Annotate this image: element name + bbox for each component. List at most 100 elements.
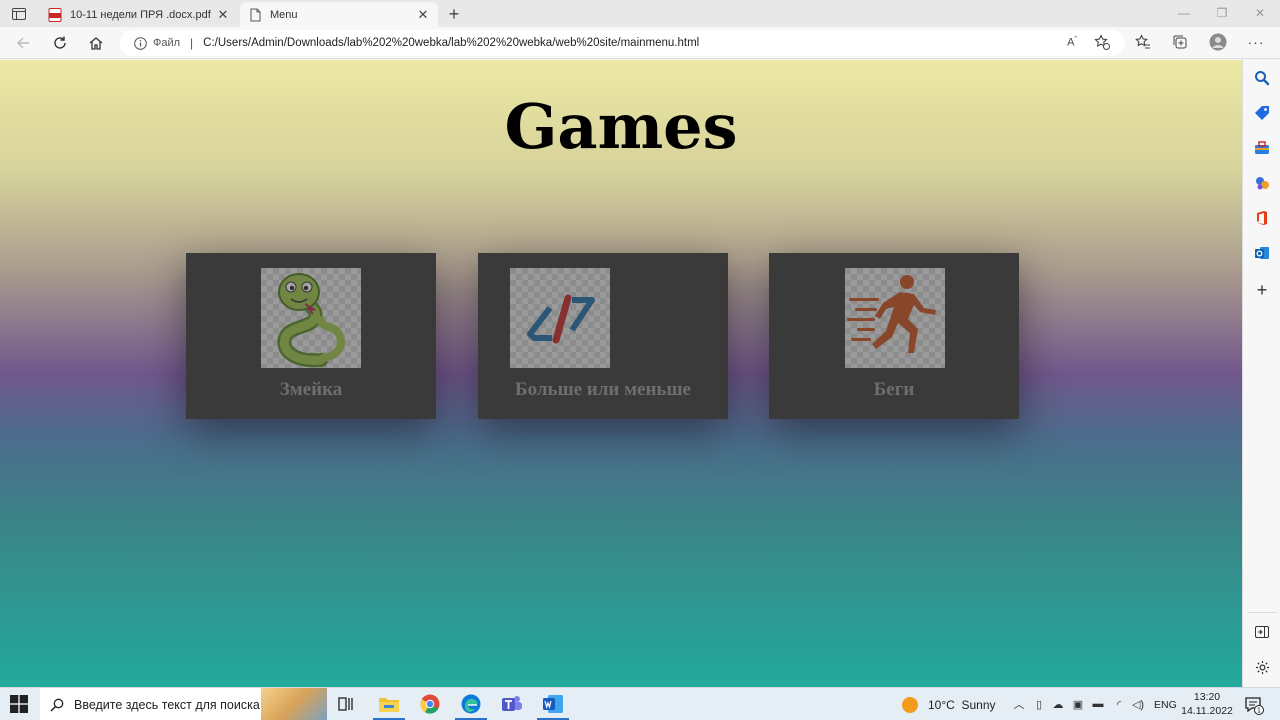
close-window-button[interactable]: ✕ bbox=[1248, 3, 1272, 23]
star-add-icon bbox=[1094, 34, 1110, 50]
collections-button[interactable] bbox=[1168, 31, 1192, 53]
sidebar-hide-button[interactable] bbox=[1252, 622, 1272, 642]
pdf-icon bbox=[48, 7, 62, 22]
page-title: Games bbox=[504, 90, 738, 163]
game-title: Беги bbox=[873, 379, 915, 400]
sidebar-settings-button[interactable] bbox=[1252, 657, 1272, 677]
tab-pdf[interactable]: 10-11 недели ПРЯ .docx.pdf ✕ bbox=[40, 2, 238, 27]
tab-title: 10-11 недели ПРЯ .docx.pdf bbox=[70, 8, 211, 21]
chrome-app[interactable] bbox=[418, 692, 442, 716]
read-aloud-button[interactable]: Aʺ bbox=[1060, 31, 1084, 53]
close-tab-icon[interactable]: ✕ bbox=[216, 7, 230, 22]
chrome-icon bbox=[420, 694, 440, 714]
volume-button[interactable]: ◁) bbox=[1130, 696, 1146, 712]
display-icon: ▣ bbox=[1072, 698, 1084, 711]
network-button[interactable]: ◜ bbox=[1111, 696, 1127, 712]
tab-strip: 10-11 недели ПРЯ .docx.pdf ✕ Menu ✕ + — … bbox=[0, 0, 1280, 27]
refresh-icon bbox=[54, 36, 66, 49]
search-icon bbox=[1255, 71, 1270, 86]
word-icon bbox=[543, 695, 563, 713]
toolbox-icon bbox=[1255, 141, 1269, 154]
maximize-icon: ❐ bbox=[1216, 6, 1228, 20]
sidebar-search-button[interactable] bbox=[1252, 68, 1272, 88]
code-brackets-icon bbox=[510, 268, 610, 368]
info-icon bbox=[134, 36, 147, 50]
speaker-icon: ◁) bbox=[1131, 698, 1145, 711]
tray-display-button[interactable]: ▣ bbox=[1070, 696, 1086, 712]
close-icon: ✕ bbox=[1254, 6, 1266, 20]
runner-icon bbox=[845, 268, 945, 368]
taskbar: Введите здесь текст для поиска 10°C Sunn… bbox=[0, 687, 1280, 720]
refresh-button[interactable] bbox=[47, 31, 73, 55]
minimize-button[interactable]: — bbox=[1172, 3, 1196, 23]
settings-menu-button[interactable]: ··· bbox=[1244, 31, 1268, 53]
plus-icon: + bbox=[448, 3, 460, 24]
sidebar-add-button[interactable]: + bbox=[1252, 280, 1272, 300]
sidebar-outlook-button[interactable] bbox=[1252, 243, 1272, 263]
site-info[interactable]: Файл bbox=[134, 36, 181, 50]
sidebar-shopping-button[interactable] bbox=[1252, 103, 1272, 123]
back-button[interactable] bbox=[10, 31, 36, 55]
date: 14.11.2022 bbox=[1181, 705, 1233, 717]
tab-title: Menu bbox=[270, 8, 298, 21]
windows-start-button[interactable] bbox=[10, 695, 28, 713]
sidebar-games-button[interactable] bbox=[1252, 173, 1272, 193]
sun-icon bbox=[902, 696, 918, 713]
weather-temp: 10°C bbox=[928, 697, 955, 712]
read-aloud-icon: Aʺ bbox=[1067, 35, 1077, 49]
home-button[interactable] bbox=[83, 31, 109, 55]
profile-button[interactable] bbox=[1206, 31, 1230, 53]
taskbar-search[interactable]: Введите здесь текст для поиска bbox=[40, 688, 327, 720]
cloud-icon: ☁ bbox=[1052, 698, 1064, 711]
game-card-higher-lower[interactable]: Больше или меньше bbox=[478, 253, 728, 419]
add-favorite-button[interactable] bbox=[1090, 31, 1114, 53]
word-app[interactable] bbox=[537, 692, 569, 720]
collections-icon bbox=[1173, 35, 1187, 49]
office-icon bbox=[1257, 211, 1267, 225]
scheme-label: Файл bbox=[153, 37, 181, 49]
language-label: ENG bbox=[1154, 698, 1177, 711]
task-view-button[interactable] bbox=[335, 692, 359, 716]
gear-icon bbox=[1255, 660, 1269, 674]
clock[interactable]: 13:20 14.11.2022 bbox=[1180, 690, 1234, 718]
avatar-icon bbox=[1209, 33, 1227, 51]
language-indicator[interactable]: ENG bbox=[1154, 688, 1177, 720]
sidebar-tools-button[interactable] bbox=[1252, 138, 1272, 158]
onedrive-button[interactable]: ☁ bbox=[1050, 696, 1066, 712]
tab-actions-button[interactable] bbox=[8, 4, 30, 24]
chevron-up-icon: ︿ bbox=[1013, 699, 1025, 711]
url-text[interactable]: C:/Users/Admin/Downloads/lab%202%20webka… bbox=[203, 37, 699, 49]
favorites-button[interactable] bbox=[1131, 31, 1155, 53]
edge-app[interactable] bbox=[455, 692, 487, 720]
game-card-run[interactable]: Беги bbox=[769, 253, 1019, 419]
tab-menu[interactable]: Menu ✕ bbox=[240, 2, 438, 27]
panel-collapse-icon bbox=[1255, 626, 1269, 638]
minimize-icon: — bbox=[1178, 6, 1190, 20]
address-bar[interactable]: Файл | C:/Users/Admin/Downloads/lab%202%… bbox=[120, 30, 1125, 56]
game-card-snake[interactable]: Змейка bbox=[186, 253, 436, 419]
edge-sidebar: + bbox=[1242, 60, 1280, 687]
search-icon bbox=[50, 698, 64, 712]
weather-widget[interactable]: 10°C Sunny bbox=[902, 688, 996, 720]
tray-device-icon: ▯ bbox=[1035, 698, 1043, 711]
shopping-tag-icon bbox=[1255, 106, 1269, 120]
file-explorer-app[interactable] bbox=[373, 692, 405, 720]
teams-icon bbox=[502, 696, 522, 711]
sidebar-office-button[interactable] bbox=[1252, 208, 1272, 228]
tray-app-icon[interactable]: ▯ bbox=[1031, 696, 1047, 712]
show-hidden-icons-button[interactable]: ︿ bbox=[1011, 696, 1027, 712]
game-title: Змейка bbox=[279, 379, 343, 400]
snake-icon bbox=[261, 268, 361, 368]
maximize-button[interactable]: ❐ bbox=[1210, 3, 1234, 23]
folder-icon bbox=[379, 698, 399, 712]
teams-app[interactable] bbox=[500, 692, 524, 716]
page-viewport: Games Змейка Больше или меньше Беги bbox=[0, 60, 1242, 687]
task-view-icon bbox=[338, 697, 353, 711]
favorites-icon bbox=[1135, 34, 1150, 49]
tab-actions-icon bbox=[12, 8, 26, 20]
close-tab-icon[interactable]: ✕ bbox=[416, 7, 430, 22]
notification-center-button[interactable]: 1 bbox=[1244, 695, 1264, 715]
new-tab-button[interactable]: + bbox=[444, 4, 464, 24]
weather-condition: Sunny bbox=[961, 697, 996, 712]
battery-button[interactable]: ▬ bbox=[1090, 696, 1106, 712]
